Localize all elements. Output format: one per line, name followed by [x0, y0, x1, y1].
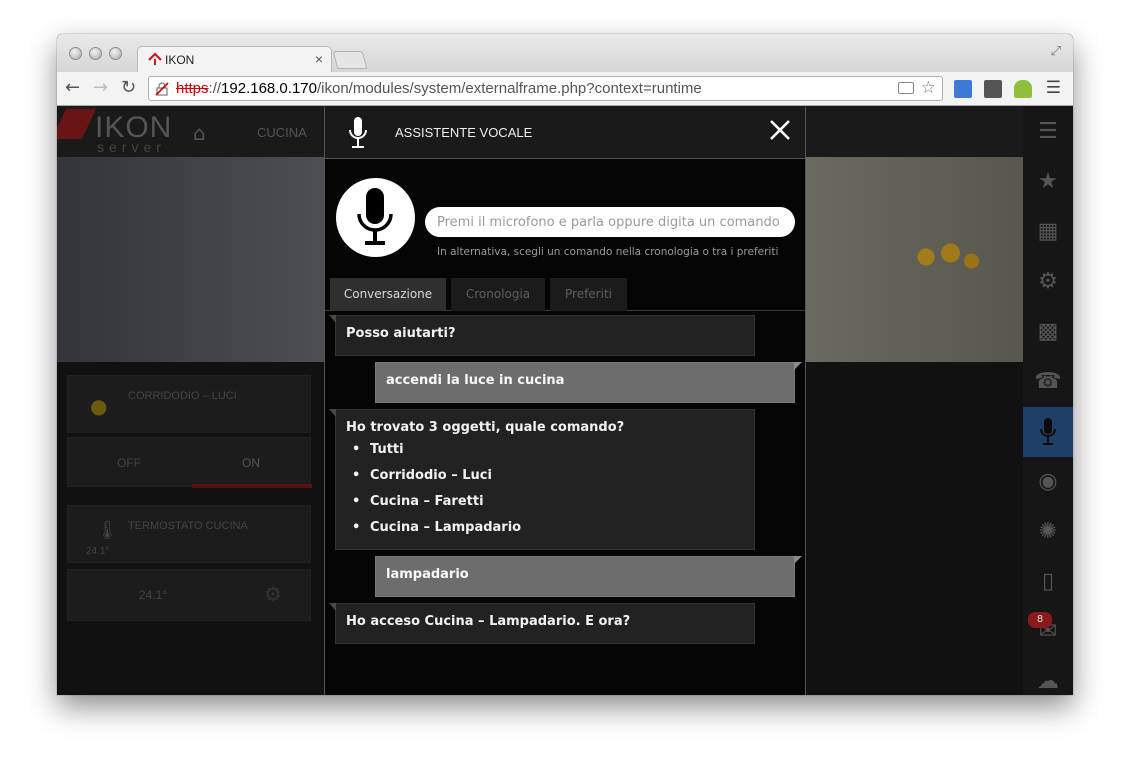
- dialog-tabs: Conversazione Cronologia Preferiti: [325, 277, 805, 311]
- home-icon[interactable]: ⌂: [193, 121, 206, 145]
- url-host: 192.168.0.170: [221, 80, 317, 97]
- light-switch: OFF ON: [67, 437, 312, 488]
- thermostat-title: TERMOSTATO CUCINA: [128, 520, 248, 532]
- thermostat-controls: 24.1° ⚙: [67, 569, 311, 621]
- rail-favorites-icon[interactable]: ★: [1023, 157, 1073, 207]
- voice-assistant-dialog: ASSISTENTE VOCALE In alternativa, scegli…: [324, 107, 806, 695]
- dialog-hint: In alternativa, scegli un comando nella …: [437, 246, 779, 258]
- minimize-window-button[interactable]: [89, 47, 102, 60]
- message-text: accendi la luce in cucina: [386, 373, 565, 388]
- bulb-icon: ●: [90, 394, 108, 418]
- tab-conversazione[interactable]: Conversazione: [330, 278, 446, 311]
- rail-mic-icon: [1040, 418, 1056, 445]
- thermostat-settings-icon[interactable]: ⚙: [264, 582, 282, 606]
- ikon-app: IKON server ⌂ CUCINA ● CORRIDODIO – LUCI…: [57, 107, 1073, 695]
- rail-alarm-icon[interactable]: ✺: [1023, 507, 1073, 557]
- brand-mark: [57, 109, 96, 139]
- url-scheme: https: [176, 80, 209, 97]
- bot-message: Posso aiutarti?: [329, 315, 755, 356]
- sunflowers-decoration: [912, 237, 982, 277]
- header-mic-icon: [349, 117, 367, 148]
- extension-icon[interactable]: [984, 80, 1002, 98]
- bot-message: Ho acceso Cucina – Lampadario. E ora?: [329, 603, 755, 644]
- brand-logo: IKON server: [57, 109, 171, 155]
- light-widget[interactable]: ● CORRIDODIO – LUCI: [67, 375, 311, 433]
- menu-icon[interactable]: ☰: [1046, 78, 1061, 98]
- message-text: Ho acceso Cucina – Lampadario. E ora?: [346, 614, 631, 629]
- notification-badge: 8: [1028, 612, 1052, 628]
- rail-settings-icon[interactable]: ⚙: [1023, 257, 1073, 307]
- new-tab-button[interactable]: [332, 51, 368, 69]
- on-indicator: [192, 484, 312, 488]
- camera-icon[interactable]: [898, 82, 914, 94]
- rail-energy-icon[interactable]: ▯: [1023, 557, 1073, 607]
- option-list: Tutti Corridodio – Luci Cucina – Faretti…: [352, 442, 521, 546]
- option-item[interactable]: Cucina – Lampadario: [352, 520, 521, 546]
- rail-grid-icon[interactable]: ▩: [1023, 307, 1073, 357]
- tab-close-icon[interactable]: ×: [315, 51, 323, 67]
- rail-floorplan-icon[interactable]: ▦: [1023, 207, 1073, 257]
- thermostat-small-value: 24.1°: [86, 546, 110, 557]
- browser-tab[interactable]: IKON ×: [137, 46, 332, 73]
- tab-strip: IKON × ⤢: [57, 34, 1073, 73]
- address-bar[interactable]: https://192.168.0.170/ikon/modules/syste…: [148, 76, 943, 101]
- maximize-window-button[interactable]: [109, 47, 122, 60]
- microphone-button[interactable]: [336, 178, 415, 257]
- insecure-lock-icon: [155, 82, 169, 96]
- off-button[interactable]: OFF: [68, 456, 190, 470]
- microphone-icon: [357, 188, 393, 245]
- brand-sub: server: [97, 139, 166, 155]
- dialog-header: ASSISTENTE VOCALE: [325, 107, 805, 159]
- option-item[interactable]: Tutti: [352, 442, 521, 468]
- command-input[interactable]: [425, 207, 795, 237]
- rail-intercom-icon[interactable]: ☎: [1023, 357, 1073, 407]
- conversation-panel: Posso aiutarti? accendi la luce in cucin…: [325, 315, 805, 695]
- rail-voice-assistant-icon[interactable]: [1023, 407, 1073, 457]
- thermostat-widget[interactable]: 🌡 TERMOSTATO CUCINA 24.1°: [67, 505, 311, 563]
- thermostat-value: 24.1°: [138, 588, 168, 602]
- browser-window: IKON × ⤢ ← → ↻ https://192.168.0.170/iko…: [57, 34, 1073, 695]
- android-extension-icon[interactable]: [1014, 80, 1032, 98]
- tab-preferiti[interactable]: Preferiti: [550, 278, 627, 311]
- option-item[interactable]: Corridodio – Luci: [352, 468, 521, 494]
- fullscreen-icon[interactable]: ⤢: [1051, 44, 1061, 59]
- option-item[interactable]: Cucina – Faretti: [352, 494, 521, 520]
- reload-icon[interactable]: ↻: [121, 77, 136, 98]
- message-text: Ho trovato 3 oggetti, quale comando?: [346, 420, 625, 435]
- right-sidebar: ☰ ★ ▦ ⚙ ▩ ☎ ◉ ✺ ▯ ✉ 8 ☁: [1023, 107, 1073, 695]
- thermometer-icon: 🌡: [96, 520, 119, 541]
- dialog-close-icon[interactable]: [769, 119, 791, 141]
- bot-message-options: Ho trovato 3 oggetti, quale comando? Tut…: [329, 409, 755, 550]
- message-text: lampadario: [386, 567, 469, 582]
- room-label[interactable]: CUCINA: [257, 125, 307, 140]
- browser-toolbar: ← → ↻ https://192.168.0.170/ikon/modules…: [57, 72, 1073, 106]
- url-path: /ikon/modules/system/externalframe.php?c…: [316, 80, 702, 97]
- user-message[interactable]: accendi la luce in cucina: [375, 362, 802, 403]
- rail-weather-icon[interactable]: ☁: [1023, 657, 1073, 695]
- on-button[interactable]: ON: [190, 456, 312, 470]
- user-message[interactable]: lampadario: [375, 556, 802, 597]
- light-widget-title: CORRIDODIO – LUCI: [128, 390, 237, 402]
- translate-extension-icon[interactable]: [954, 80, 972, 98]
- url-text: https://192.168.0.170/ikon/modules/syste…: [176, 77, 702, 100]
- rail-camera-icon[interactable]: ◉: [1023, 457, 1073, 507]
- dialog-title: ASSISTENTE VOCALE: [395, 125, 533, 140]
- close-window-button[interactable]: [69, 47, 82, 60]
- ikon-favicon-icon: [148, 52, 162, 65]
- message-text: Posso aiutarti?: [346, 326, 456, 341]
- bookmark-star-icon[interactable]: ☆: [921, 76, 936, 99]
- tab-title: IKON: [165, 53, 195, 67]
- url-separator: ://: [208, 80, 222, 97]
- back-icon[interactable]: ←: [65, 77, 80, 98]
- forward-icon[interactable]: →: [93, 77, 108, 98]
- tab-cronologia[interactable]: Cronologia: [451, 278, 545, 311]
- rail-menu-icon[interactable]: ☰: [1023, 107, 1073, 157]
